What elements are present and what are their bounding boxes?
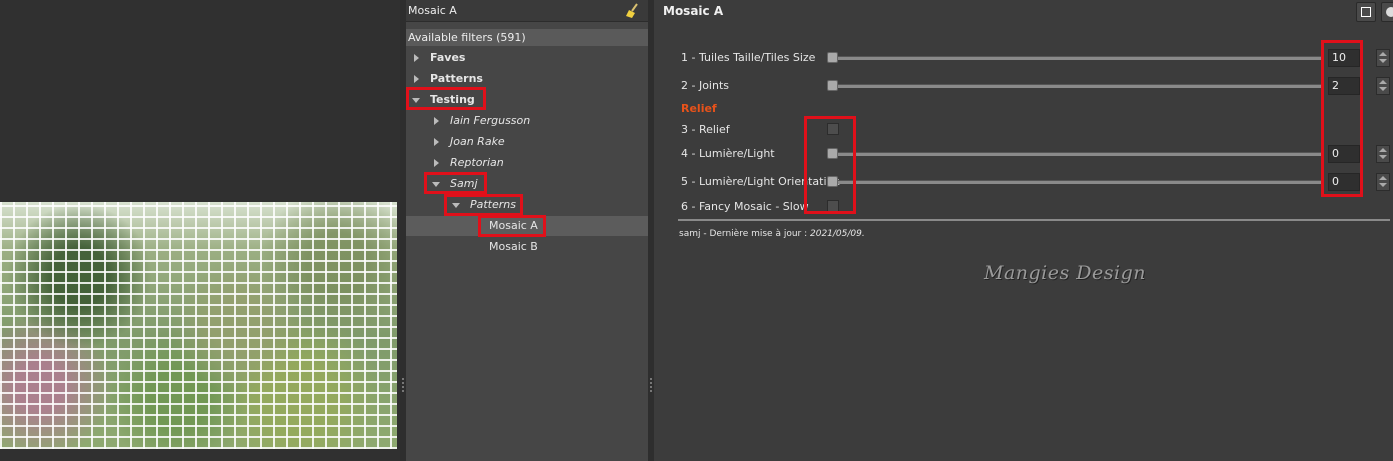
chevron-right-icon[interactable]	[434, 159, 439, 167]
highlight-box	[424, 172, 487, 194]
param-6-label: 6 - Fancy Mosaic - Slow	[681, 200, 809, 213]
tree-item-iain-fergusson[interactable]: Iain Fergusson	[406, 111, 648, 131]
highlight-box	[1321, 40, 1363, 197]
arrow-down-icon[interactable]	[1379, 155, 1387, 159]
watermark-text: Mangies Design	[984, 262, 1146, 284]
tree-label: Patterns	[430, 72, 483, 85]
preview-image[interactable]	[0, 202, 397, 449]
chevron-right-icon[interactable]	[414, 54, 419, 62]
param-2-slider-handle[interactable]	[827, 80, 838, 91]
arrow-up-icon[interactable]	[1379, 176, 1387, 180]
param-4-spinner[interactable]	[1376, 145, 1390, 163]
tree-item-patterns[interactable]: Patterns	[406, 69, 648, 89]
footer-date: 2021/05/09.	[810, 229, 865, 239]
param-2-label: 2 - Joints	[681, 79, 730, 92]
tree-label: Mosaic B	[489, 240, 538, 253]
arrow-up-icon[interactable]	[1379, 52, 1387, 56]
footer-prefix: samj - Dernière mise à jour :	[679, 229, 810, 239]
arrow-up-icon[interactable]	[1379, 148, 1387, 152]
splitter-grip[interactable]	[402, 378, 404, 394]
settings-button[interactable]	[1381, 2, 1393, 22]
param-4-label: 4 - Lumière/Light	[681, 147, 775, 160]
arrow-down-icon[interactable]	[1379, 59, 1387, 63]
layout-button[interactable]	[1356, 2, 1376, 22]
param-1-slider[interactable]	[832, 56, 1322, 60]
param-5-slider[interactable]	[832, 180, 1322, 184]
tree-item-faves[interactable]: Faves	[406, 48, 648, 68]
tree-item-mosaic-b[interactable]: Mosaic B	[406, 237, 648, 257]
filter-search-input[interactable]: Mosaic A	[406, 0, 648, 22]
tree-item-joan-rake[interactable]: Joan Rake	[406, 132, 648, 152]
preview-pane	[0, 0, 400, 461]
tree-item-samj-patterns[interactable]: Patterns	[406, 195, 648, 215]
param-4-slider[interactable]	[832, 152, 1322, 156]
highlight-box	[444, 194, 523, 216]
param-5-spinner[interactable]	[1376, 173, 1390, 191]
chevron-right-icon[interactable]	[414, 75, 419, 83]
tree-label: Iain Fergusson	[450, 114, 531, 127]
highlight-box	[478, 215, 546, 237]
broom-icon[interactable]	[626, 3, 640, 18]
tree-label: Faves	[430, 51, 466, 64]
param-2-spinner[interactable]	[1376, 77, 1390, 95]
splitter-grip[interactable]	[650, 378, 652, 394]
separator	[678, 219, 1390, 221]
param-1-spinner[interactable]	[1376, 49, 1390, 67]
param-3-label: 3 - Relief	[681, 123, 730, 136]
param-1-slider-handle[interactable]	[827, 52, 838, 63]
param-1-label: 1 - Tuiles Taille/Tiles Size	[681, 51, 816, 64]
tree-label: Joan Rake	[450, 135, 505, 148]
relief-section-heading: Relief	[681, 102, 717, 115]
layout-icon	[1361, 7, 1371, 17]
arrow-down-icon[interactable]	[1379, 183, 1387, 187]
search-value[interactable]: Mosaic A	[408, 4, 457, 17]
arrow-up-icon[interactable]	[1379, 80, 1387, 84]
highlight-box	[804, 116, 856, 214]
available-filters-header: Available filters (591)	[406, 29, 648, 46]
filter-browser: Mosaic A Available filters (591) Faves P…	[406, 0, 648, 461]
chevron-right-icon[interactable]	[434, 117, 439, 125]
tree-label: Reptorian	[450, 156, 504, 169]
chevron-right-icon[interactable]	[434, 138, 439, 146]
available-filters-label: Available filters (591)	[408, 31, 526, 44]
tree-item-reptorian[interactable]: Reptorian	[406, 153, 648, 173]
filter-title: Mosaic A	[663, 4, 724, 18]
footer-note: samj - Dernière mise à jour : 2021/05/09…	[679, 229, 865, 239]
param-2-slider[interactable]	[832, 84, 1322, 88]
parameters-pane: Mosaic A 1 - Tuiles Taille/Tiles Size 10…	[654, 0, 1393, 461]
highlight-box	[406, 87, 486, 110]
settings-icon	[1386, 7, 1393, 17]
arrow-down-icon[interactable]	[1379, 87, 1387, 91]
